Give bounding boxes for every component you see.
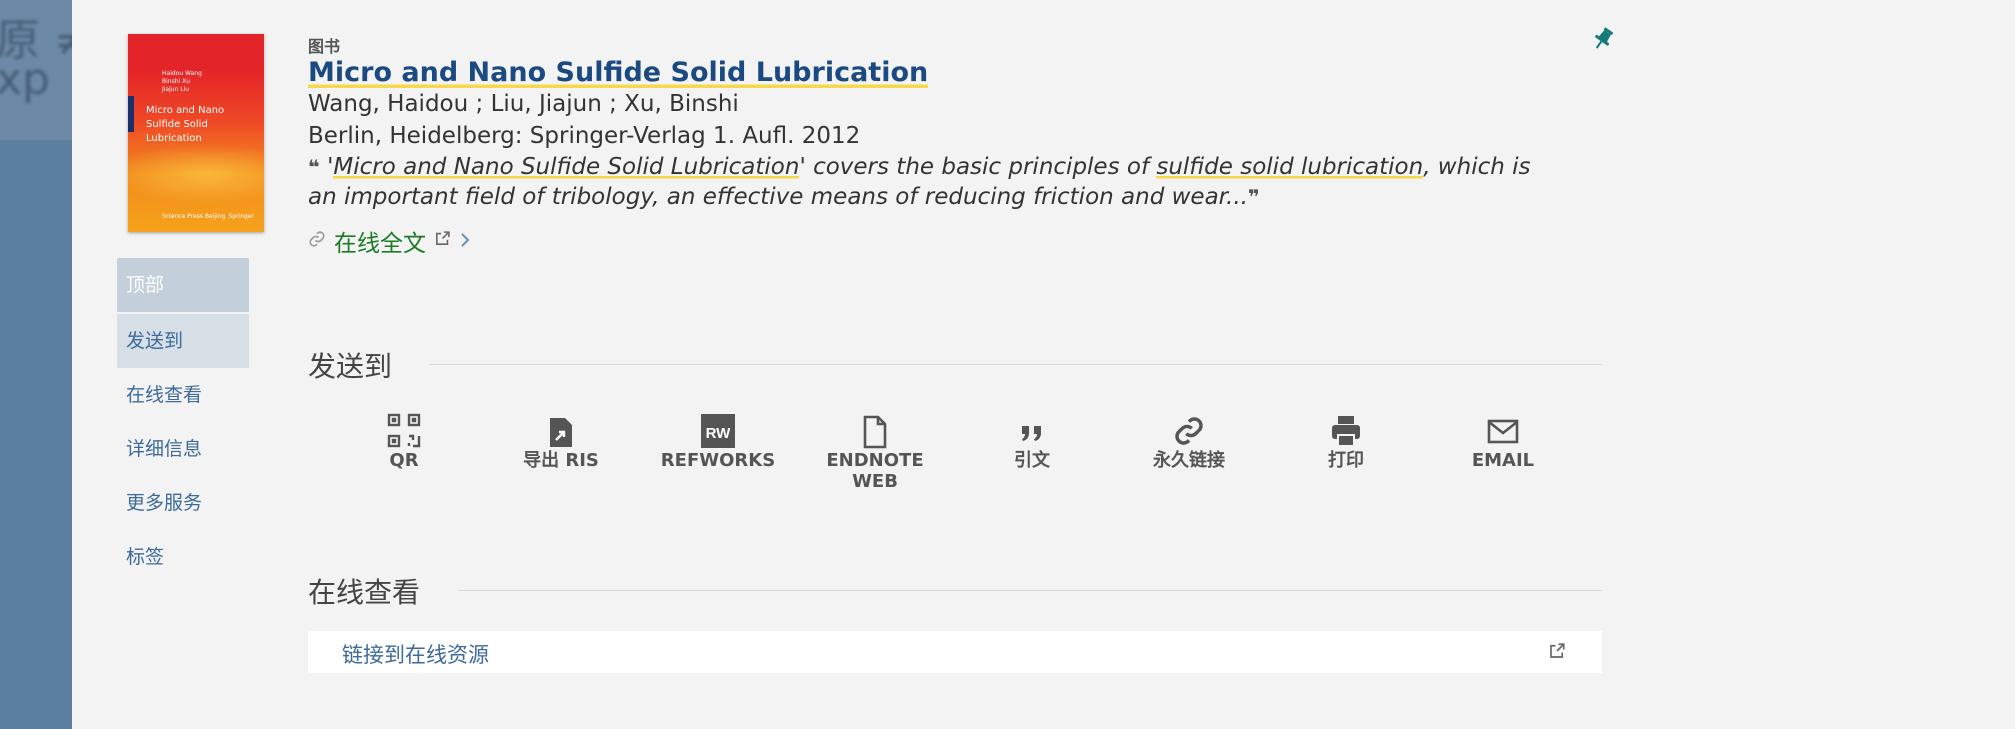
qr-button[interactable]: QR	[344, 412, 464, 471]
record-abstract: ❝ 'Micro and Nano Sulfide Solid Lubricat…	[308, 154, 1531, 210]
action-label: ENDNOTE WEB	[826, 450, 924, 492]
print-icon	[1286, 412, 1406, 450]
resource-type: 图书	[308, 37, 341, 56]
send-to-actions: QR 导出 RIS RW REFWORKS ENDNOTE WEB 引文 永久链…	[378, 412, 1658, 492]
file-icon	[815, 412, 935, 450]
export-file-icon	[501, 412, 621, 450]
email-button[interactable]: EMAIL	[1443, 412, 1563, 471]
abstract-highlight: sulfide solid lubrication	[1156, 154, 1424, 180]
pin-icon[interactable]	[1592, 26, 1614, 52]
action-label: 引文	[1014, 450, 1050, 471]
export-ris-button[interactable]: 导出 RIS	[501, 412, 621, 471]
quote-icon	[972, 412, 1092, 450]
refworks-icon: RW	[658, 412, 778, 450]
online-resource-link[interactable]: 链接到在线资源	[342, 639, 489, 669]
link-icon	[1129, 412, 1249, 450]
nav-item-send-to[interactable]: 发送到	[117, 314, 249, 368]
abstract-highlight: Micro and Nano Sulfide Solid Lubrication	[333, 154, 800, 180]
fulltext-link[interactable]: 在线全文	[308, 224, 471, 258]
online-view-heading: 在线查看	[308, 576, 421, 609]
nav-item-more-services[interactable]: 更多服务	[117, 476, 249, 530]
action-label: REFWORKS	[660, 450, 776, 471]
book-cover[interactable]: Haidou Wang Binshi Xu Jiajun Liu Micro a…	[128, 34, 264, 232]
external-link-icon	[1548, 642, 1566, 665]
nav-item-online-view[interactable]: 在线查看	[117, 368, 249, 422]
external-link-icon	[434, 230, 451, 252]
link-icon	[308, 230, 326, 253]
cover-band	[128, 96, 134, 132]
cite-button[interactable]: 引文	[972, 412, 1092, 471]
online-resource-row[interactable]: 链接到在线资源	[308, 631, 1602, 673]
record-authors: Wang, Haidou ; Liu, Jiajun ; Xu, Binshi	[308, 91, 739, 117]
action-label: 打印	[1328, 450, 1364, 471]
permalink-button[interactable]: 永久链接	[1129, 412, 1249, 471]
cover-publisher: Science Press Beijing	[162, 213, 226, 220]
record-panel: Haidou Wang Binshi Xu Jiajun Liu Micro a…	[72, 0, 2015, 729]
action-label: 永久链接	[1153, 450, 1225, 471]
refworks-button[interactable]: RW REFWORKS	[658, 412, 778, 471]
section-nav: 顶部 发送到 在线查看 详细信息 更多服务 标签	[117, 258, 249, 584]
action-label: QR	[389, 450, 419, 471]
open-quote-icon: ❝	[308, 155, 320, 179]
section-divider	[429, 364, 1602, 365]
cover-publisher-logo: Springer	[228, 213, 254, 220]
fulltext-label: 在线全文	[334, 231, 426, 257]
blurred-backdrop: 原 ≠ xp	[0, 0, 72, 729]
backdrop-ghost-text: xp	[0, 54, 50, 105]
print-button[interactable]: 打印	[1286, 412, 1406, 471]
cover-decoration	[128, 144, 264, 204]
svg-text:RW: RW	[706, 425, 732, 442]
send-to-heading: 发送到	[308, 350, 393, 383]
close-quote-icon: ❞	[1247, 185, 1260, 209]
cover-authors: Haidou Wang Binshi Xu Jiajun Liu	[162, 70, 202, 93]
action-label: 导出 RIS	[523, 450, 599, 471]
nav-item-details[interactable]: 详细信息	[117, 422, 249, 476]
nav-item-top[interactable]: 顶部	[117, 258, 249, 312]
record-publication: Berlin, Heidelberg: Springer-Verlag 1. A…	[308, 123, 861, 149]
action-label: EMAIL	[1471, 450, 1535, 471]
cover-title: Micro and Nano Sulfide Solid Lubrication	[146, 105, 225, 144]
nav-item-tags[interactable]: 标签	[117, 530, 249, 584]
section-divider	[458, 590, 1602, 591]
mail-icon	[1443, 412, 1563, 450]
chevron-right-icon	[459, 229, 471, 253]
record-title[interactable]: Micro and Nano Sulfide Solid Lubrication	[308, 55, 929, 91]
endnote-web-button[interactable]: ENDNOTE WEB	[815, 412, 935, 492]
qr-code-icon	[344, 412, 464, 450]
